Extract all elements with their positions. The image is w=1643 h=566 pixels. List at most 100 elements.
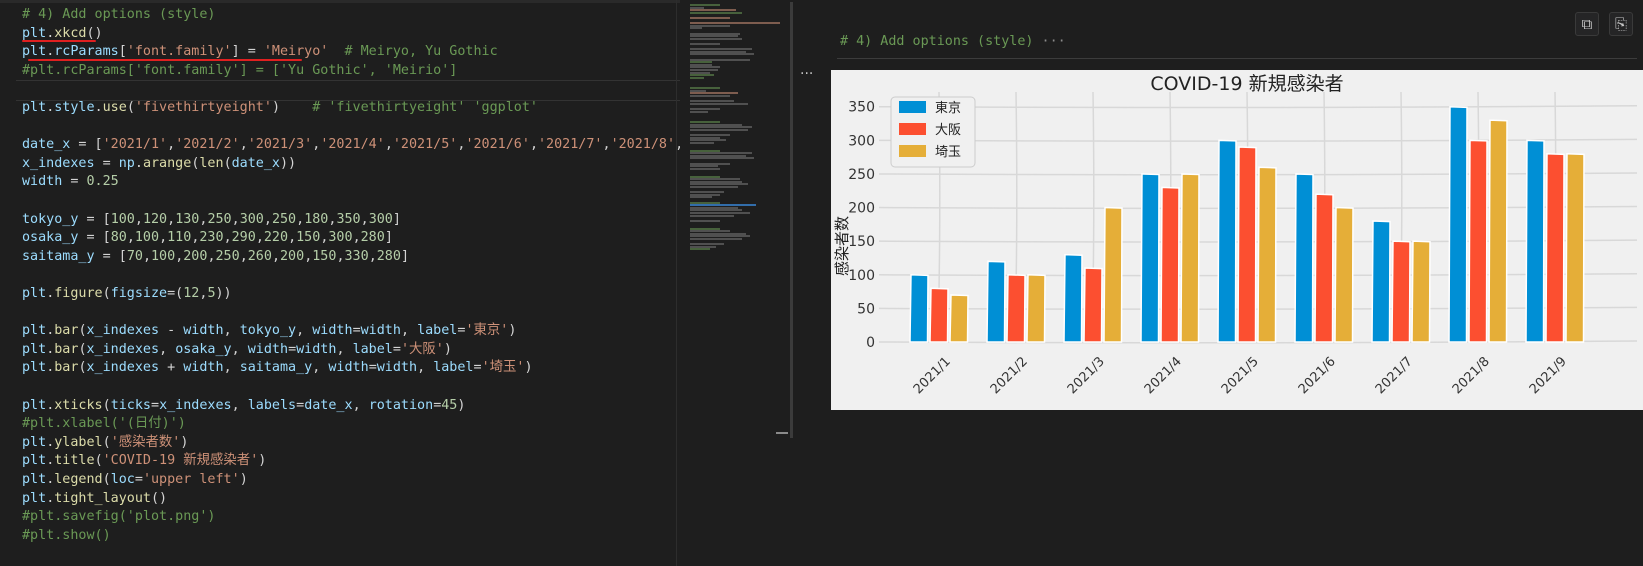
- code-token: '2021/1': [102, 137, 168, 153]
- code-token: plt: [22, 472, 47, 487]
- code-line[interactable]: saitama_y = [70,100,200,250,260,200,150,…: [22, 247, 409, 266]
- minimap-line: [690, 27, 702, 30]
- bar-1-2021/4: [1140, 173, 1160, 343]
- code-token: 250: [207, 211, 232, 227]
- code-token: .: [134, 155, 143, 171]
- copy-icon[interactable]: ⧉: [1575, 12, 1599, 36]
- code-line[interactable]: date_x = ['2021/1','2021/2','2021/3','20…: [22, 135, 680, 154]
- code-line[interactable]: plt.xticks(ticks=x_indexes, labels=date_…: [22, 396, 465, 415]
- code-token: = [: [70, 137, 103, 153]
- code-token: (: [78, 323, 87, 339]
- legend: 東京大阪埼玉: [890, 96, 976, 168]
- code-token: ,: [384, 137, 393, 153]
- code-token: plt: [22, 100, 47, 115]
- code-line[interactable]: plt.figure(figsize=(12,5)): [22, 284, 232, 303]
- x-tick-label: 2021/4: [1142, 354, 1185, 397]
- code-line[interactable]: plt.legend(loc='upper left'): [22, 470, 248, 489]
- code-token: )): [215, 286, 232, 301]
- code-token: x_indexes: [159, 397, 232, 413]
- cell-ellipsis-icon[interactable]: ···: [1042, 34, 1066, 49]
- code-line[interactable]: plt.tight_layout(): [22, 489, 167, 508]
- code-token: '2021/7': [538, 137, 603, 153]
- code-token: plt: [22, 25, 47, 41]
- code-line[interactable]: plt.bar(x_indexes + width, saitama_y, wi…: [22, 358, 533, 377]
- interactive-output-pane: ⧉ ⎘ # 4) Add options (style) ··· ··· 0 50…: [795, 0, 1643, 566]
- legend-label: 埼玉: [935, 145, 961, 160]
- chart-title: COVID-19 新規感染者: [1150, 73, 1343, 95]
- code-token: width: [312, 323, 353, 339]
- code-token: 150: [312, 248, 337, 264]
- code-token: ): [180, 434, 189, 450]
- output-more-actions-icon[interactable]: ···: [800, 66, 813, 82]
- minimap-line: [690, 186, 738, 188]
- code-line[interactable]: plt.bar(x_indexes, osaka_y, width=width,…: [22, 340, 452, 359]
- code-token: =: [151, 397, 160, 413]
- x-tick-label: 2021/6: [1296, 354, 1339, 397]
- code-line[interactable]: width = 0.25: [22, 172, 119, 191]
- code-token: label: [417, 323, 458, 339]
- code-token: ,: [239, 248, 248, 264]
- code-token: ,: [207, 248, 216, 264]
- code-line[interactable]: #plt.savefig('plot.png'): [22, 507, 215, 526]
- code-token: #plt.show(): [22, 527, 111, 543]
- code-token: '東京': [465, 323, 509, 339]
- code-token: '2021/6': [465, 137, 530, 153]
- code-token: 180: [304, 211, 329, 227]
- code-token: =: [94, 155, 119, 171]
- code-token: legend: [54, 472, 103, 487]
- code-token: rcParams: [54, 44, 119, 60]
- code-token: ,: [255, 230, 264, 246]
- code-token: xkcd: [54, 25, 87, 41]
- code-token: =(: [167, 286, 184, 301]
- y-tick-label: 100: [848, 268, 875, 284]
- open-in-editor-icon[interactable]: ⎘: [1609, 12, 1633, 36]
- grid-line-horizontal: [878, 104, 1638, 109]
- code-token: plt: [22, 286, 47, 301]
- code-token: ): [457, 397, 466, 413]
- code-token: width: [296, 341, 337, 357]
- x-tick-label: 2021/9: [1527, 354, 1570, 397]
- code-token: ,: [126, 230, 135, 246]
- code-token: 100: [110, 211, 135, 227]
- code-token: =: [368, 360, 377, 376]
- code-token: .: [94, 100, 103, 115]
- code-token: =: [392, 341, 401, 357]
- code-line[interactable]: #plt.rcParams['font.family'] = ['Yu Goth…: [22, 61, 457, 80]
- code-editor[interactable]: # 4) Add options (style) plt.xkcd() plt.rc…: [0, 0, 680, 566]
- code-token: tokyo_y: [22, 211, 79, 227]
- minimap-line: [690, 110, 708, 113]
- cell-summary[interactable]: # 4) Add options (style) ···: [840, 34, 1066, 49]
- code-token: [: [118, 44, 127, 60]
- vertical-scrollbar[interactable]: [790, 2, 793, 438]
- x-tick-label: 2021/7: [1373, 354, 1416, 397]
- code-token: plt: [22, 341, 47, 357]
- code-token: ,: [312, 360, 329, 376]
- code-line[interactable]: #plt.show(): [22, 526, 111, 545]
- code-token: osaka_y: [22, 230, 79, 246]
- code-line[interactable]: x_indexes = np.arange(len(date_x)): [22, 154, 296, 173]
- code-token: ] =: [231, 44, 264, 60]
- minimap[interactable]: [688, 0, 788, 566]
- code-line[interactable]: plt.bar(x_indexes - width, tokyo_y, widt…: [22, 321, 516, 340]
- bar-1-2021/6: [1294, 173, 1314, 343]
- code-token: date_x: [231, 155, 280, 171]
- x-tick-labels: 2021/1 2021/2 2021/3 2021/4 2021/5 2021/6 2021…: [911, 354, 1570, 397]
- code-token: 5: [207, 286, 216, 301]
- code-token: # Meiryo, Yu Gothic: [328, 44, 498, 60]
- code-token: style: [54, 100, 95, 115]
- bar-3-2021/3: [1103, 206, 1123, 343]
- code-token: ,: [159, 230, 168, 246]
- code-line[interactable]: tokyo_y = [100,120,130,250,300,250,180,3…: [22, 210, 401, 229]
- code-token: plt: [22, 490, 47, 506]
- code-token: 250: [215, 248, 240, 264]
- code-line[interactable]: plt.style.use('fivethirtyeight') # 'five…: [22, 98, 538, 117]
- minimap-line: [690, 157, 754, 160]
- code-line[interactable]: #plt.xlabel('(日付)'): [22, 414, 186, 433]
- code-token: ,: [231, 341, 248, 357]
- pane-divider[interactable]: [676, 0, 677, 566]
- code-line[interactable]: plt.ylabel('感染者数'): [22, 433, 188, 452]
- code-line[interactable]: plt.title('COVID-19 新規感染者'): [22, 451, 266, 470]
- minimap-line: [690, 167, 720, 170]
- code-line[interactable]: osaka_y = [80,100,110,230,290,220,150,30…: [22, 228, 393, 247]
- code-line[interactable]: # 4) Add options (style): [22, 5, 215, 24]
